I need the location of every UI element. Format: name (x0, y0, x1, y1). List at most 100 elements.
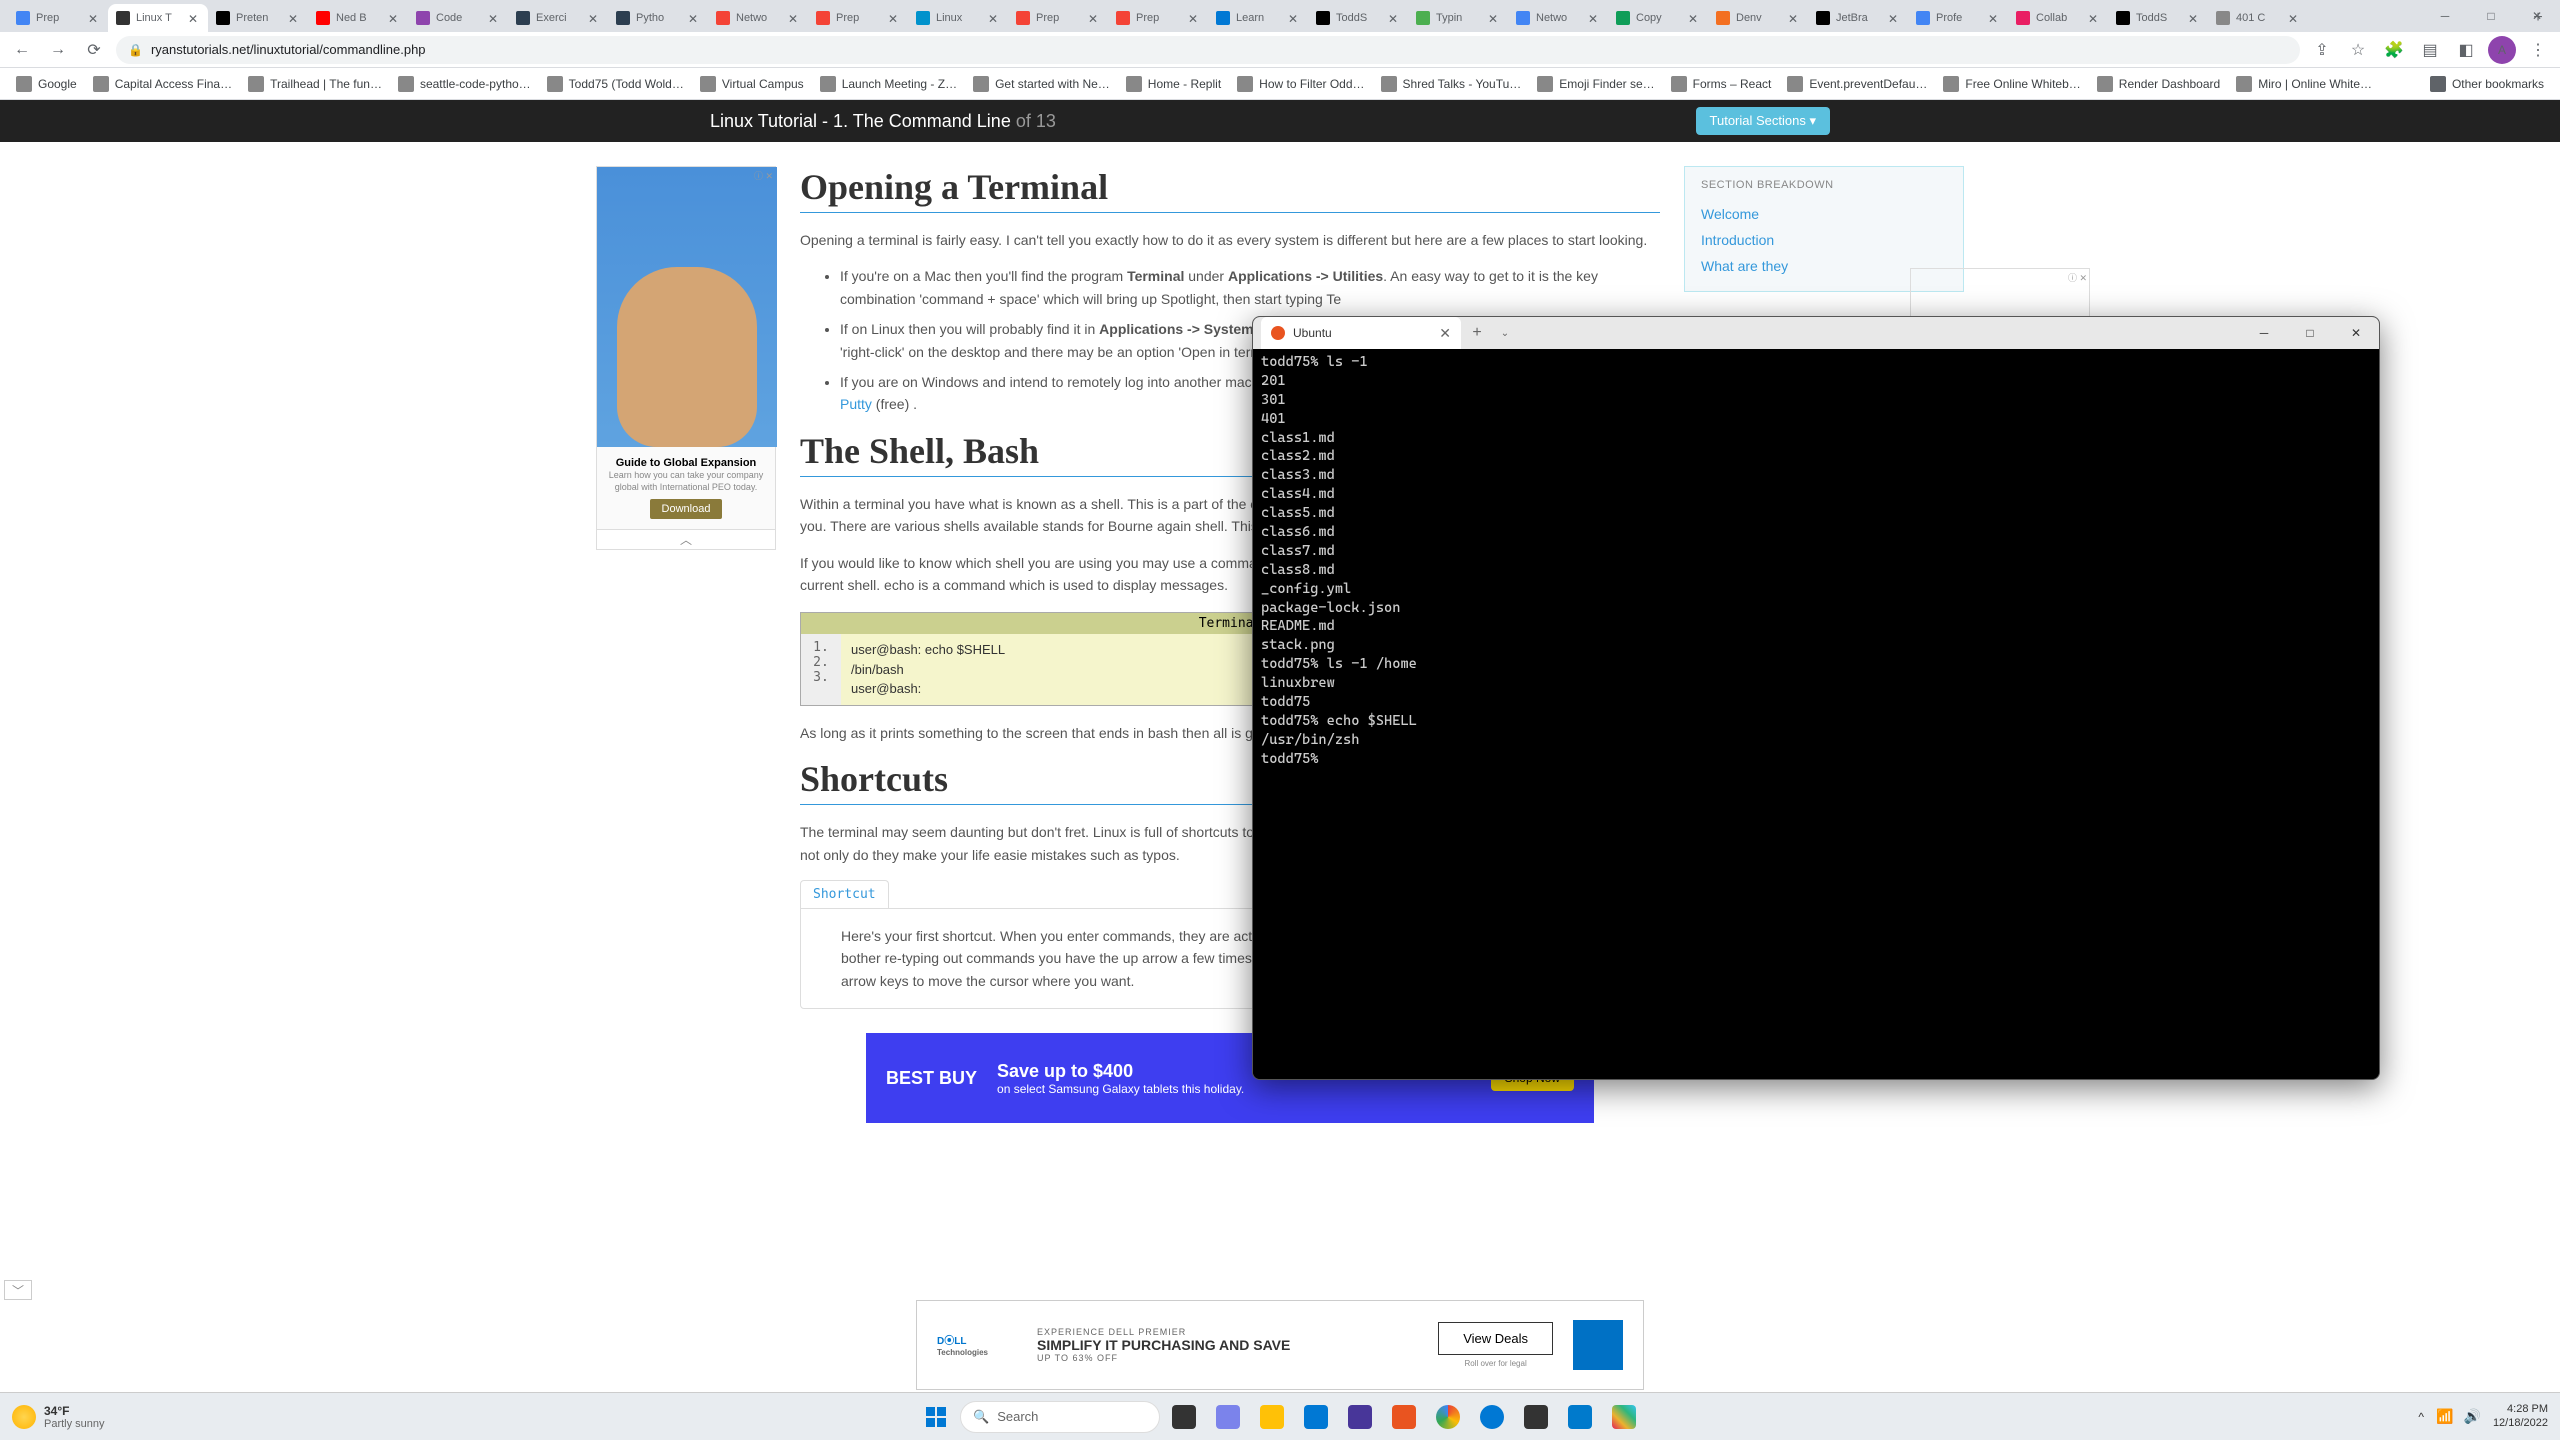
wt-titlebar[interactable]: Ubuntu ✕ + ⌄ ─ □ ✕ (1253, 317, 2379, 349)
obsidian-icon[interactable] (1340, 1397, 1380, 1437)
tutorial-sections-button[interactable]: Tutorial Sections ▾ (1696, 107, 1830, 135)
chrome-tab[interactable]: Pytho✕ (608, 4, 708, 32)
bookmark-item[interactable]: Render Dashboard (2089, 72, 2228, 96)
tab-close-icon[interactable]: ✕ (888, 12, 900, 24)
chrome-tab[interactable]: Denv✕ (1708, 4, 1808, 32)
back-button[interactable]: ← (8, 36, 36, 64)
chrome-tab[interactable]: Profe✕ (1908, 4, 2008, 32)
bookmark-item[interactable]: Forms – React (1663, 72, 1780, 96)
chrome-tab[interactable]: Netwo✕ (1508, 4, 1608, 32)
chrome-tab[interactable]: Ned B✕ (308, 4, 408, 32)
tab-close-icon[interactable]: ✕ (988, 12, 1000, 24)
breakdown-link[interactable]: Introduction (1701, 227, 1947, 253)
tab-close-icon[interactable]: ✕ (2188, 12, 2200, 24)
tab-close-icon[interactable]: ✕ (388, 12, 400, 24)
dell-ad-collapse[interactable]: ﹀ (4, 1280, 32, 1300)
chrome-tab[interactable]: Code✕ (408, 4, 508, 32)
wifi-icon[interactable]: 📶 (2436, 1408, 2453, 1425)
minimize-button[interactable]: ─ (2422, 0, 2468, 32)
tab-close-icon[interactable]: ✕ (288, 12, 300, 24)
chat-app-icon[interactable] (1208, 1397, 1248, 1437)
vscode-icon[interactable] (1560, 1397, 1600, 1437)
chrome-tab[interactable]: ToddS✕ (2108, 4, 2208, 32)
breakdown-link[interactable]: Welcome (1701, 201, 1947, 227)
store-icon[interactable] (1296, 1397, 1336, 1437)
bookmark-item[interactable]: Launch Meeting - Z… (812, 72, 965, 96)
reading-list-icon[interactable]: ▤ (2416, 36, 2444, 64)
tab-close-icon[interactable]: ✕ (588, 12, 600, 24)
view-deals-button[interactable]: View Deals (1438, 1322, 1553, 1355)
bookmark-item[interactable]: Virtual Campus (692, 72, 812, 96)
wt-tab-ubuntu[interactable]: Ubuntu ✕ (1261, 317, 1461, 349)
extensions-icon[interactable]: 🧩 (2380, 36, 2408, 64)
tab-close-icon[interactable]: ✕ (1388, 12, 1400, 24)
share-icon[interactable]: ⇪ (2308, 36, 2336, 64)
edge-icon[interactable] (1472, 1397, 1512, 1437)
maximize-button[interactable]: □ (2468, 0, 2514, 32)
tab-close-icon[interactable]: ✕ (1588, 12, 1600, 24)
chrome-tab[interactable]: Prep✕ (808, 4, 908, 32)
wt-terminal-output[interactable]: todd75% ls -1 201 301 401 class1.md clas… (1253, 349, 2379, 1079)
bookmark-item[interactable]: Emoji Finder se… (1529, 72, 1662, 96)
chrome-tab[interactable]: Prep✕ (1008, 4, 1108, 32)
ad-collapse-button[interactable]: ︿ (596, 530, 776, 550)
bookmark-star-icon[interactable]: ☆ (2344, 36, 2372, 64)
dell-ad[interactable]: D⦿LLTechnologies EXPERIENCE DELL PREMIER… (916, 1300, 1644, 1390)
bookmark-item[interactable]: Todd75 (Todd Wold… (539, 72, 692, 96)
tab-close-icon[interactable]: ✕ (1888, 12, 1900, 24)
left-ad[interactable]: ⓘ ✕ Guide to Global Expansion Learn how … (596, 166, 776, 530)
chrome-tab[interactable]: 401 C✕ (2208, 4, 2308, 32)
bookmark-item[interactable]: seattle-code-pytho… (390, 72, 539, 96)
chrome-tab[interactable]: Netwo✕ (708, 4, 808, 32)
wt-tab-close-icon[interactable]: ✕ (1439, 325, 1451, 342)
ubuntu-icon[interactable] (1384, 1397, 1424, 1437)
volume-icon[interactable]: 🔊 (2464, 1408, 2481, 1425)
chrome-tab[interactable]: Collab✕ (2008, 4, 2108, 32)
bookmark-item[interactable]: Event.preventDefau… (1779, 72, 1935, 96)
tab-close-icon[interactable]: ✕ (88, 12, 100, 24)
tab-close-icon[interactable]: ✕ (2288, 12, 2300, 24)
profile-avatar[interactable]: A (2488, 36, 2516, 64)
tab-close-icon[interactable]: ✕ (1788, 12, 1800, 24)
bookmark-item[interactable]: Home - Replit (1118, 72, 1229, 96)
wt-maximize-button[interactable]: □ (2287, 317, 2333, 349)
other-bookmarks[interactable]: Other bookmarks (2422, 72, 2552, 96)
bookmark-item[interactable]: Get started with Ne… (965, 72, 1118, 96)
reload-button[interactable]: ⟳ (80, 36, 108, 64)
taskbar-search[interactable]: 🔍 Search (960, 1401, 1160, 1433)
taskbar-weather[interactable]: 34°F Partly sunny (12, 1404, 105, 1430)
bookmark-item[interactable]: Capital Access Fina… (85, 72, 240, 96)
chrome-tab[interactable]: Linux T✕ (108, 4, 208, 32)
slack-icon[interactable] (1604, 1397, 1644, 1437)
bookmark-item[interactable]: Miro | Online White… (2228, 72, 2380, 96)
extension1-icon[interactable]: ◧ (2452, 36, 2480, 64)
chrome-tab[interactable]: Copy✕ (1608, 4, 1708, 32)
terminal-icon[interactable] (1516, 1397, 1556, 1437)
bookmark-item[interactable]: Shred Talks - YouTu… (1373, 72, 1530, 96)
task-view-button[interactable] (1164, 1397, 1204, 1437)
tab-close-icon[interactable]: ✕ (1288, 12, 1300, 24)
bookmark-item[interactable]: Free Online Whiteb… (1935, 72, 2088, 96)
chrome-icon[interactable] (1428, 1397, 1468, 1437)
tab-close-icon[interactable]: ✕ (688, 12, 700, 24)
tab-close-icon[interactable]: ✕ (1088, 12, 1100, 24)
close-window-button[interactable]: ✕ (2514, 0, 2560, 32)
tab-close-icon[interactable]: ✕ (1188, 12, 1200, 24)
tab-close-icon[interactable]: ✕ (1988, 12, 2000, 24)
tab-close-icon[interactable]: ✕ (2088, 12, 2100, 24)
chrome-tab[interactable]: Prep✕ (8, 4, 108, 32)
chrome-tab[interactable]: Typin✕ (1408, 4, 1508, 32)
bookmark-item[interactable]: Google (8, 72, 85, 96)
chrome-tab[interactable]: Preten✕ (208, 4, 308, 32)
chrome-tab[interactable]: Exerci✕ (508, 4, 608, 32)
putty-link[interactable]: Putty (840, 396, 872, 412)
tab-close-icon[interactable]: ✕ (188, 12, 200, 24)
chrome-tab[interactable]: Learn✕ (1208, 4, 1308, 32)
chrome-menu-icon[interactable]: ⋮ (2524, 36, 2552, 64)
tab-close-icon[interactable]: ✕ (1688, 12, 1700, 24)
start-button[interactable] (916, 1397, 956, 1437)
tab-close-icon[interactable]: ✕ (488, 12, 500, 24)
wt-dropdown-button[interactable]: ⌄ (1493, 328, 1517, 339)
tray-chevron-icon[interactable]: ^ (2418, 1410, 2424, 1424)
tab-close-icon[interactable]: ✕ (1488, 12, 1500, 24)
